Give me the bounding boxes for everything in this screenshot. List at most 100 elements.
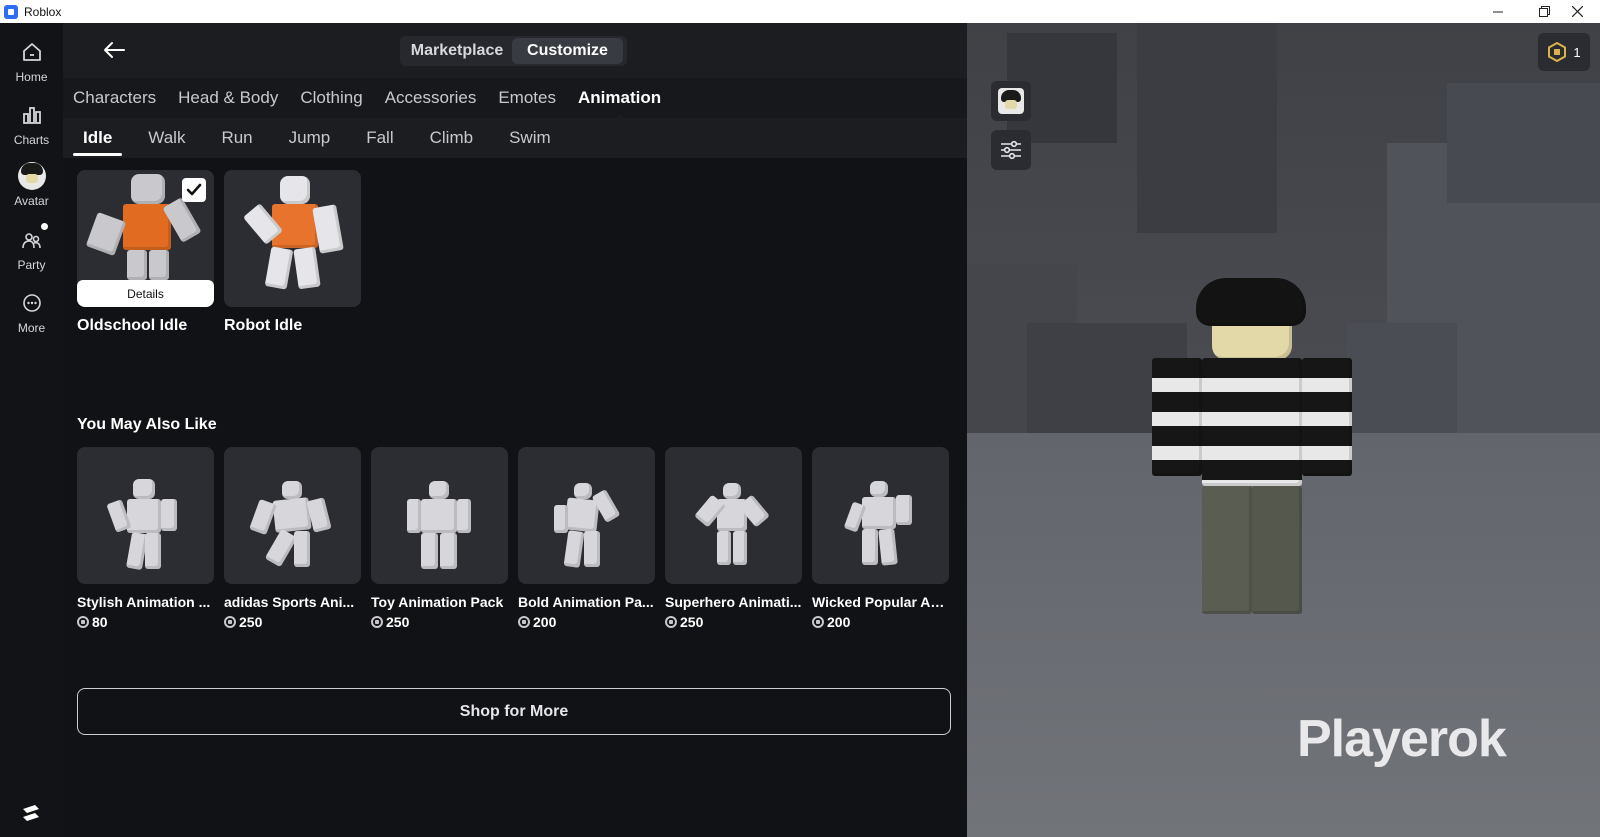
sliders-icon [1001, 140, 1021, 160]
recommendation-thumbnail [77, 447, 214, 584]
minimize-button[interactable] [1475, 0, 1521, 23]
arrow-left-icon [104, 42, 125, 58]
watermark-text: Playerok [1297, 710, 1507, 768]
tab-customize[interactable]: Customize [512, 38, 623, 64]
recommendation-thumbnail [812, 447, 949, 584]
recommendation-price: 80 [77, 614, 214, 630]
checkmark-icon [186, 183, 202, 196]
nav-home-label: Home [15, 70, 48, 84]
recommendation-price: 250 [224, 614, 361, 630]
nav-home[interactable]: Home [0, 38, 63, 96]
recommendation-thumbnail [665, 447, 802, 584]
nav-party[interactable]: Party [0, 226, 63, 284]
owned-item-card[interactable]: Robot Idle [224, 170, 361, 335]
party-notification-dot [41, 223, 48, 230]
recommendation-name: Wicked Popular An... [812, 594, 949, 610]
restore-icon [1538, 6, 1550, 17]
robux-icon [812, 616, 824, 628]
price-value: 250 [239, 614, 263, 630]
robux-hexagon-icon [1548, 42, 1567, 62]
recommendation-name: Toy Animation Pack [371, 594, 504, 610]
more-icon [20, 291, 44, 315]
party-icon [20, 228, 44, 252]
mode-switch: Marketplace Customize [400, 36, 627, 66]
robux-balance: 1 [1573, 44, 1581, 60]
recommendation-name: adidas Sports Ani... [224, 594, 355, 610]
shop-for-more-button[interactable]: Shop for More [77, 688, 951, 735]
category-tab-head-body[interactable]: Head & Body [178, 88, 278, 108]
nav-avatar[interactable]: Avatar [0, 162, 63, 220]
nav-charts-label: Charts [13, 133, 50, 147]
recommendation-card[interactable]: Superhero Animati... 250 [665, 447, 802, 630]
subtab-swim[interactable]: Swim [499, 118, 561, 158]
recommendation-name: Superhero Animati... [665, 594, 802, 610]
recommendation-card[interactable]: Toy Animation Pack 250 [371, 447, 508, 630]
nav-avatar-label: Avatar [14, 194, 49, 208]
item-thumbnail [224, 170, 361, 307]
recommendation-name: Stylish Animation ... [77, 594, 211, 610]
avatar-icon [17, 162, 46, 190]
section-title: You May Also Like [77, 416, 217, 433]
minimize-icon [1493, 11, 1503, 12]
item-name: Oldschool Idle [77, 317, 188, 334]
subtab-idle[interactable]: Idle [73, 118, 123, 158]
recommendation-price: 200 [518, 614, 655, 630]
subtab-climb[interactable]: Climb [420, 118, 483, 158]
back-button[interactable] [99, 37, 129, 63]
customize-panel: Marketplace Customize Characters Head & … [63, 23, 967, 837]
price-value: 250 [680, 614, 704, 630]
recommendation-thumbnail [518, 447, 655, 584]
category-tab-emotes[interactable]: Emotes [498, 88, 556, 108]
recommendation-name: Bold Animation Pa... [518, 594, 654, 610]
window-titlebar: Roblox [0, 0, 1600, 23]
close-icon [1571, 6, 1583, 17]
price-value: 200 [827, 614, 851, 630]
subtab-fall[interactable]: Fall [356, 118, 403, 158]
tab-marketplace[interactable]: Marketplace [402, 38, 512, 64]
item-name: Robot Idle [224, 317, 303, 334]
window-title: Roblox [24, 4, 62, 19]
home-icon [20, 40, 44, 64]
category-tab-animation[interactable]: Animation [578, 88, 661, 120]
category-tab-accessories[interactable]: Accessories [385, 88, 477, 108]
robux-icon [77, 616, 89, 628]
subtab-run[interactable]: Run [211, 118, 262, 158]
avatar-headshot-button[interactable] [991, 81, 1031, 121]
recommendation-card[interactable]: Wicked Popular An... 200 [812, 447, 949, 630]
robux-icon [665, 616, 677, 628]
equipped-checkbox[interactable] [182, 178, 206, 202]
recommendation-card[interactable]: adidas Sports Ani... 250 [224, 447, 361, 630]
details-button[interactable]: Details [77, 280, 214, 307]
recommendation-price: 250 [371, 614, 508, 630]
subtab-walk[interactable]: Walk [138, 118, 195, 158]
subcategory-tabs: Idle Walk Run Jump Fall Climb Swim [63, 118, 967, 158]
recommendation-price: 200 [812, 614, 949, 630]
robux-balance-button[interactable]: 1 [1538, 33, 1590, 71]
avatar-settings-button[interactable] [991, 130, 1031, 170]
recommendation-price: 250 [665, 614, 802, 630]
price-value: 80 [92, 614, 108, 630]
nav-more[interactable]: More [0, 289, 63, 347]
robux-icon [371, 616, 383, 628]
recommendation-card[interactable]: Bold Animation Pa... 200 [518, 447, 655, 630]
nav-charts[interactable]: Charts [0, 101, 63, 159]
category-tab-characters[interactable]: Characters [73, 88, 156, 108]
roblox-app-icon [4, 4, 18, 19]
item-thumbnail: Details [77, 170, 214, 307]
subtab-jump[interactable]: Jump [279, 118, 341, 158]
roblox-logo-icon [23, 805, 39, 821]
category-tabs: Characters Head & Body Clothing Accessor… [63, 78, 967, 120]
top-bar: Marketplace Customize [63, 23, 967, 78]
price-value: 250 [386, 614, 410, 630]
price-value: 200 [533, 614, 557, 630]
avatar-viewport[interactable]: 1 Playerok [967, 23, 1600, 837]
category-tab-clothing[interactable]: Clothing [300, 88, 362, 108]
owned-item-card[interactable]: Details Oldschool Idle [77, 170, 214, 335]
nav-more-label: More [17, 321, 46, 335]
recommendation-thumbnail [371, 447, 508, 584]
robux-icon [224, 616, 236, 628]
close-button[interactable] [1554, 0, 1600, 23]
recommendation-card[interactable]: Stylish Animation ... 80 [77, 447, 214, 630]
nav-party-label: Party [17, 258, 46, 272]
robux-icon [518, 616, 530, 628]
